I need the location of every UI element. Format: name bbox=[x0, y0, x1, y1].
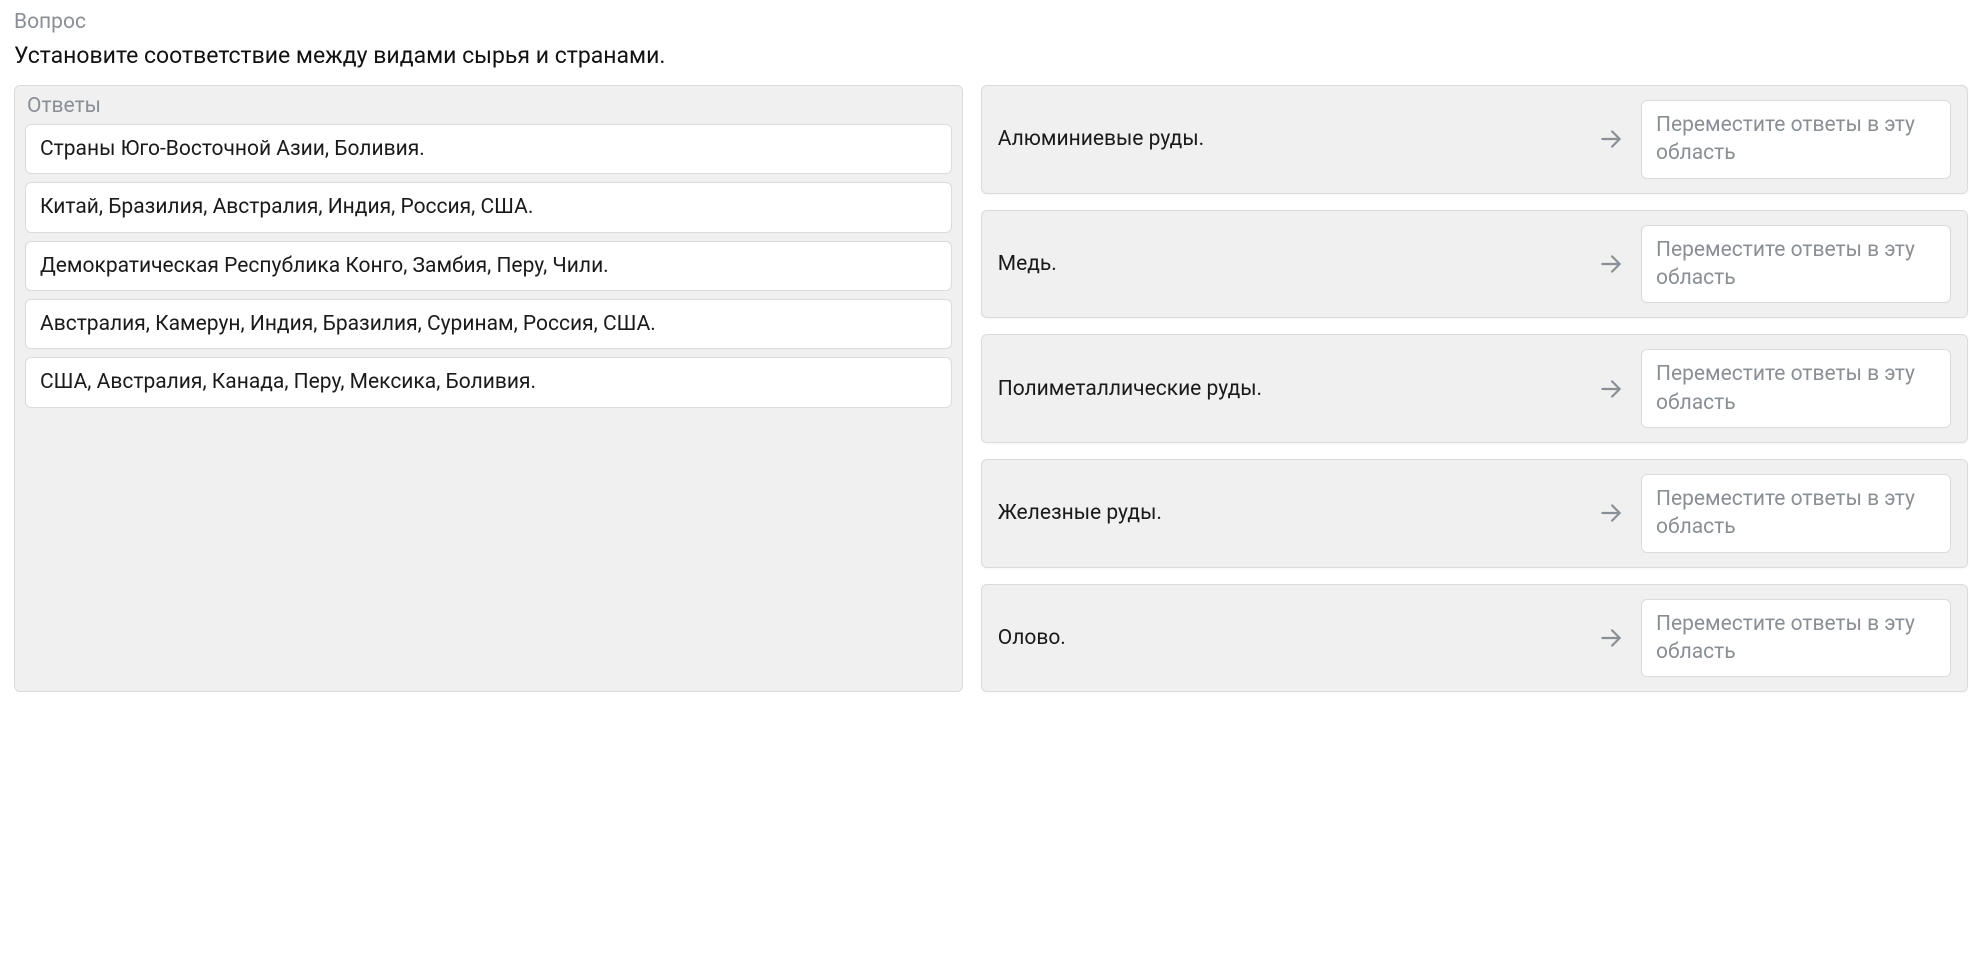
question-text: Установите соответствие между видами сыр… bbox=[14, 40, 1968, 71]
drop-zone[interactable]: Переместите ответы в эту область bbox=[1641, 474, 1951, 553]
answer-option[interactable]: Демократическая Республика Конго, Замбия… bbox=[25, 241, 952, 291]
target-row: Алюминиевые руды. Переместите ответы в э… bbox=[981, 85, 1968, 194]
answer-option[interactable]: Австралия, Камерун, Индия, Бразилия, Сур… bbox=[25, 299, 952, 349]
target-label: Алюминиевые руды. bbox=[998, 125, 1581, 153]
matching-layout: Ответы Страны Юго-Восточной Азии, Боливи… bbox=[14, 85, 1968, 692]
target-label: Железные руды. bbox=[998, 499, 1581, 527]
targets-panel: Алюминиевые руды. Переместите ответы в э… bbox=[981, 85, 1968, 692]
target-row: Полиметаллические руды. Переместите отве… bbox=[981, 334, 1968, 443]
answer-option[interactable]: США, Австралия, Канада, Перу, Мексика, Б… bbox=[25, 357, 952, 407]
target-row: Железные руды. Переместите ответы в эту … bbox=[981, 459, 1968, 568]
drop-zone[interactable]: Переместите ответы в эту область bbox=[1641, 100, 1951, 179]
target-label: Медь. bbox=[998, 250, 1581, 278]
arrow-right-icon bbox=[1597, 375, 1625, 403]
target-row: Олово. Переместите ответы в эту область bbox=[981, 584, 1968, 693]
answers-section-label: Ответы bbox=[25, 94, 952, 118]
target-row: Медь. Переместите ответы в эту область bbox=[981, 210, 1968, 319]
arrow-right-icon bbox=[1597, 250, 1625, 278]
answer-option[interactable]: Китай, Бразилия, Австралия, Индия, Росси… bbox=[25, 182, 952, 232]
arrow-right-icon bbox=[1597, 499, 1625, 527]
drop-zone[interactable]: Переместите ответы в эту область bbox=[1641, 225, 1951, 304]
arrow-right-icon bbox=[1597, 125, 1625, 153]
target-label: Олово. bbox=[998, 624, 1581, 652]
answer-option[interactable]: Страны Юго-Восточной Азии, Боливия. bbox=[25, 124, 952, 174]
answers-panel: Ответы Страны Юго-Восточной Азии, Боливи… bbox=[14, 85, 963, 692]
drop-zone[interactable]: Переместите ответы в эту область bbox=[1641, 599, 1951, 678]
target-label: Полиметаллические руды. bbox=[998, 375, 1581, 403]
drop-zone[interactable]: Переместите ответы в эту область bbox=[1641, 349, 1951, 428]
arrow-right-icon bbox=[1597, 624, 1625, 652]
question-section-label: Вопрос bbox=[14, 10, 1968, 34]
